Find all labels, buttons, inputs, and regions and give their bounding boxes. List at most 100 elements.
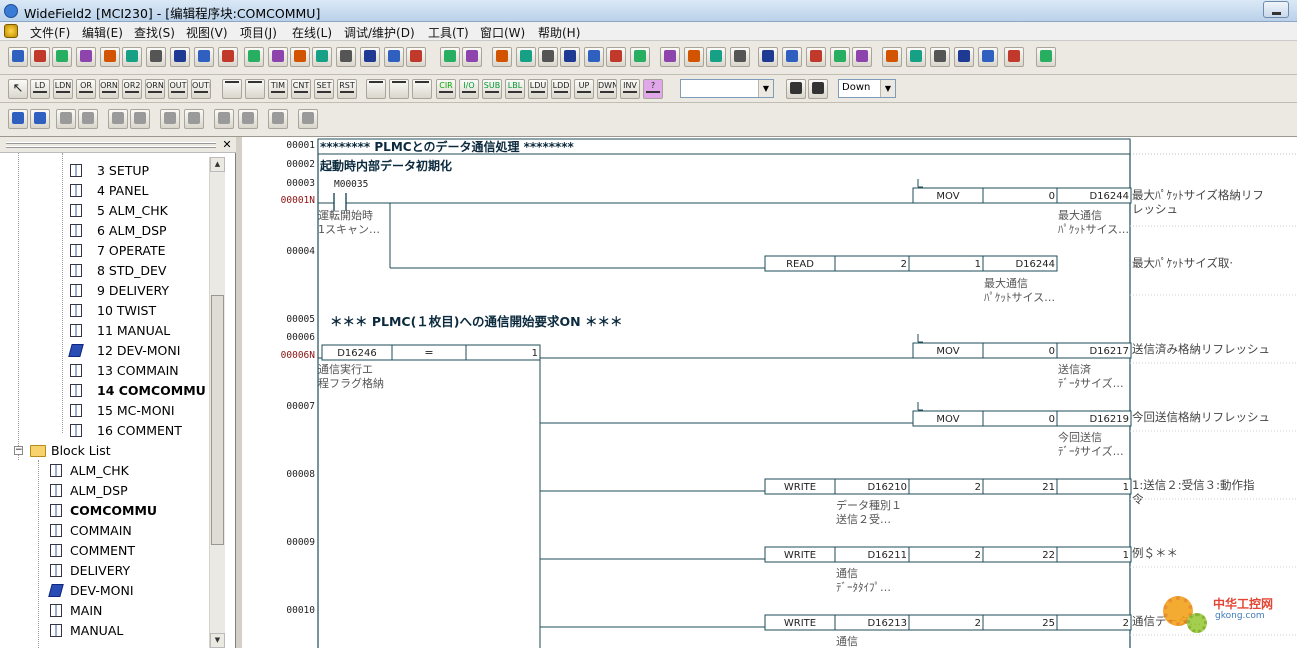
tree-item[interactable]: ALM_CHK <box>0 461 224 481</box>
binoculars-button[interactable] <box>786 79 806 99</box>
instruction-button[interactable]: DWN <box>597 79 617 99</box>
pointer-button[interactable]: ↖ <box>8 79 28 99</box>
instruction-button[interactable]: OR <box>76 79 96 99</box>
drag-grip[interactable] <box>6 146 216 148</box>
tree-item[interactable]: MAIN <box>0 601 224 621</box>
scroll-down-icon[interactable]: ▼ <box>210 633 225 648</box>
direction-combo[interactable]: Down ▼ <box>838 79 896 98</box>
tree-item[interactable]: COMMENT <box>0 541 224 561</box>
toolbar-button[interactable] <box>8 109 28 129</box>
toolbar-button[interactable] <box>290 47 310 67</box>
toolbar-button[interactable] <box>560 47 580 67</box>
menu-window[interactable]: 窗口(W) <box>480 24 525 41</box>
tree-item[interactable]: DEV-MONI <box>0 581 224 601</box>
tree-item[interactable]: DELIVERY <box>0 561 224 581</box>
menu-debug[interactable]: 调试/维护(D) <box>344 24 415 41</box>
toolbar-button[interactable] <box>194 47 214 67</box>
toolbar-button[interactable] <box>1004 47 1024 67</box>
toolbar-button[interactable] <box>954 47 974 67</box>
toolbar-button[interactable] <box>100 47 120 67</box>
instruction-button[interactable]: CNT <box>291 79 311 99</box>
drag-grip[interactable] <box>6 142 216 144</box>
tree-item[interactable]: 4 PANEL <box>0 181 224 201</box>
instruction-button[interactable]: I/O <box>459 79 479 99</box>
tree-item[interactable]: 5 ALM_CHK <box>0 201 224 221</box>
tree-folder-block-list[interactable]: − Block List <box>0 441 224 461</box>
ladder-editor[interactable]: 00001 00002 00003 00004 00005 00006 00007 00008… <box>242 137 1297 648</box>
toolbar-button[interactable] <box>184 109 204 129</box>
instruction-button[interactable]: LDN <box>53 79 73 99</box>
toolbar-button[interactable] <box>492 47 512 67</box>
instruction-button[interactable]: LDD <box>551 79 571 99</box>
instruction-button[interactable]: LBL <box>505 79 525 99</box>
toolbar-button[interactable] <box>730 47 750 67</box>
toolbar-button[interactable] <box>830 47 850 67</box>
menu-project[interactable]: 项目(J) <box>240 24 277 41</box>
toolbar-button[interactable] <box>146 47 166 67</box>
tree-item[interactable]: 13 COMMAIN <box>0 361 224 381</box>
toolbar-button[interactable] <box>516 47 536 67</box>
toolbar-button[interactable] <box>160 109 180 129</box>
toolbar-button[interactable] <box>660 47 680 67</box>
toolbar-button[interactable] <box>76 47 96 67</box>
tree-item[interactable]: 8 STD_DEV <box>0 261 224 281</box>
instruction-button[interactable]: LD <box>30 79 50 99</box>
tree-item[interactable]: COMCOMMU <box>0 501 224 521</box>
minimize-button[interactable] <box>1263 1 1289 18</box>
search-combo[interactable]: ▼ <box>680 79 774 98</box>
tree-item[interactable]: 3 SETUP <box>0 161 224 181</box>
document-menu-icon[interactable] <box>4 24 18 38</box>
instruction-button[interactable] <box>389 79 409 99</box>
instruction-button[interactable]: SUB <box>482 79 502 99</box>
instruction-button[interactable]: TIM <box>268 79 288 99</box>
tree-item[interactable]: 16 COMMENT <box>0 421 224 441</box>
toolbar-button[interactable] <box>214 109 234 129</box>
scroll-thumb[interactable] <box>211 295 224 545</box>
toolbar-button[interactable] <box>108 109 128 129</box>
tree-item[interactable]: 10 TWIST <box>0 301 224 321</box>
instruction-button[interactable] <box>245 79 265 99</box>
tree-item[interactable]: 7 OPERATE <box>0 241 224 261</box>
instruction-button[interactable]: UP <box>574 79 594 99</box>
toolbar-button[interactable] <box>978 47 998 67</box>
scroll-up-icon[interactable]: ▲ <box>210 157 225 172</box>
menu-file[interactable]: 文件(F) <box>30 24 70 41</box>
toolbar-button[interactable] <box>930 47 950 67</box>
find-next-button[interactable] <box>808 79 828 99</box>
menu-edit[interactable]: 编辑(E) <box>82 24 123 41</box>
toolbar-button[interactable] <box>906 47 926 67</box>
toolbar-button[interactable] <box>8 47 28 67</box>
toolbar-button[interactable] <box>52 47 72 67</box>
toolbar-button[interactable] <box>238 109 258 129</box>
toolbar-button[interactable] <box>538 47 558 67</box>
toolbar-button[interactable] <box>30 109 50 129</box>
chevron-down-icon[interactable]: ▼ <box>880 80 895 97</box>
toolbar-button[interactable] <box>758 47 778 67</box>
instruction-button[interactable] <box>412 79 432 99</box>
menu-help[interactable]: 帮助(H) <box>538 24 580 41</box>
instruction-button[interactable]: RST <box>337 79 357 99</box>
toolbar-button[interactable] <box>56 109 76 129</box>
instruction-button[interactable]: INV <box>620 79 640 99</box>
instruction-button[interactable] <box>222 79 242 99</box>
toolbar-button[interactable] <box>218 47 238 67</box>
tree-scrollbar[interactable]: ▲ ▼ <box>209 157 225 648</box>
menu-view[interactable]: 视图(V) <box>186 24 228 41</box>
toolbar-button[interactable] <box>298 109 318 129</box>
toolbar-button[interactable] <box>312 47 332 67</box>
tree-item[interactable]: 11 MANUAL <box>0 321 224 341</box>
toolbar-button[interactable] <box>122 47 142 67</box>
instruction-button[interactable]: ORN2 <box>145 79 165 99</box>
instruction-button[interactable]: OR2 <box>122 79 142 99</box>
tree-item[interactable]: 6 ALM_DSP <box>0 221 224 241</box>
toolbar-button[interactable] <box>806 47 826 67</box>
toolbar-button[interactable] <box>684 47 704 67</box>
instruction-button[interactable] <box>366 79 386 99</box>
menu-online[interactable]: 在线(L) <box>292 24 332 41</box>
instruction-button[interactable]: CIR <box>436 79 456 99</box>
toolbar-button[interactable] <box>1036 47 1056 67</box>
toolbar-button[interactable] <box>384 47 404 67</box>
toolbar-button[interactable] <box>244 47 264 67</box>
menu-tools[interactable]: 工具(T) <box>428 24 469 41</box>
collapse-icon[interactable]: − <box>14 446 23 455</box>
